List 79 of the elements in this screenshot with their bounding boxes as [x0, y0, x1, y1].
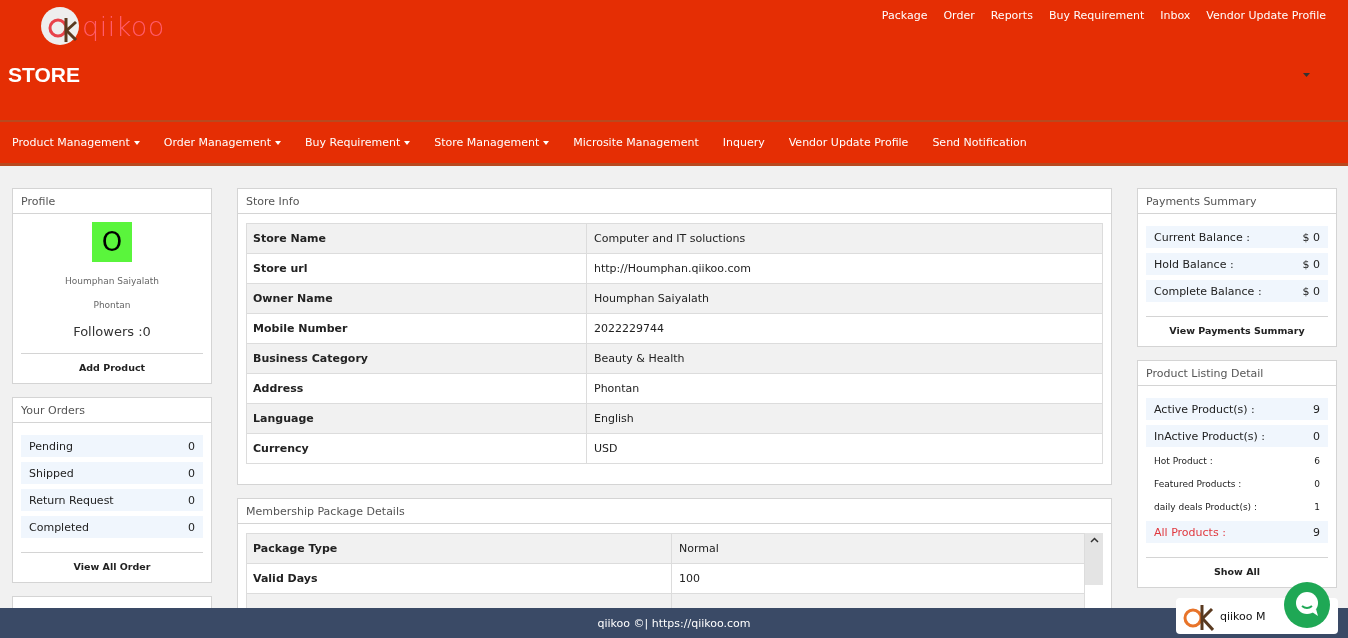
nav-item[interactable]: Store Management	[434, 136, 550, 149]
nav-item[interactable]: Product Management	[12, 136, 140, 149]
table-cell: English	[586, 403, 1103, 434]
brand-name: qiikoo	[82, 10, 165, 42]
profile-location: Phontan	[92, 300, 132, 310]
card-title: Membership Package Details	[238, 499, 1111, 524]
top-link[interactable]: Buy Requirement	[1048, 9, 1145, 22]
table-cell: Language	[246, 403, 587, 434]
logo-icon	[40, 6, 80, 46]
stat-value: 9	[1313, 525, 1320, 539]
followers-count: Followers :0	[72, 324, 152, 339]
nav-item[interactable]: Vendor Update Profile	[788, 136, 909, 149]
stat-value: 0	[188, 439, 195, 453]
stat-label: Return Request	[29, 493, 114, 507]
table-cell: Phontan	[586, 373, 1103, 404]
stat-label: Hold Balance :	[1154, 257, 1234, 271]
stat-label: Shipped	[29, 466, 74, 480]
stat-row-text: Featured Products : 0	[1153, 478, 1321, 491]
table-cell: Beauty & Health	[586, 343, 1103, 374]
caret-icon[interactable]	[1303, 73, 1310, 77]
table-cell: Address	[246, 373, 587, 404]
top-link[interactable]: Reports	[990, 9, 1033, 22]
stat-value: 9	[1313, 402, 1320, 416]
table-cell: Store url	[246, 253, 587, 284]
nav-item[interactable]: Inquery	[722, 136, 765, 149]
stat-row-text: daily deals Product(s) : 1	[1153, 501, 1321, 514]
avatar: O	[92, 222, 132, 262]
stat-value: $ 0	[1302, 257, 1320, 271]
stat-label: Complete Balance :	[1154, 284, 1262, 298]
top-link[interactable]: Package	[881, 9, 928, 22]
card-title: Payments Summary	[1138, 189, 1336, 214]
nav-item[interactable]: Buy Requirement	[304, 136, 411, 149]
table-cell: Normal	[671, 533, 1085, 564]
stat-row-text: Hot Product : 6	[1153, 455, 1321, 468]
table-cell: Store Name	[246, 223, 587, 254]
stat-label: Active Product(s) :	[1154, 402, 1255, 416]
stat-value: $ 0	[1302, 230, 1320, 244]
stat-value: 0	[188, 493, 195, 507]
table-cell: Valid Days	[246, 563, 672, 594]
table-cell: http://Houmphan.qiikoo.com	[586, 253, 1103, 284]
nav-item[interactable]: Microsite Management	[573, 136, 699, 149]
view-payments-link[interactable]: View Payments Summary	[1146, 316, 1328, 338]
stat-value: 0	[188, 520, 195, 534]
table-cell: Mobile Number	[246, 313, 587, 344]
table-cell: Business Category	[246, 343, 587, 374]
scrollbar[interactable]	[1085, 533, 1103, 585]
add-product-link[interactable]: Add Product	[21, 353, 203, 375]
footer-text: qiikoo ©| https://qiikoo.com	[597, 616, 751, 630]
view-orders-link[interactable]: View All Order	[21, 552, 203, 574]
stat-label: All Products :	[1154, 525, 1226, 539]
page-title: STORE	[8, 63, 80, 87]
card-title: Store Info	[238, 189, 1111, 214]
table-cell: 2022229744	[586, 313, 1103, 344]
stat-label: InActive Product(s) :	[1154, 429, 1266, 443]
chevron-up-icon[interactable]	[1089, 537, 1099, 543]
card-title: Product Listing Detail	[1138, 361, 1336, 386]
table-cell: Houmphan Saiyalath	[586, 283, 1103, 314]
table-cell: 100	[671, 563, 1085, 594]
table-cell: Package Type	[246, 533, 672, 564]
nav-item[interactable]: Send Notification	[932, 136, 1027, 149]
show-all-link[interactable]: Show All	[1146, 557, 1328, 579]
table-cell: Computer and IT soluctions	[586, 223, 1103, 254]
stat-label: Current Balance :	[1154, 230, 1250, 244]
table-cell: Owner Name	[246, 283, 587, 314]
stat-label: Pending	[29, 439, 73, 453]
stat-value: $ 0	[1302, 284, 1320, 298]
nav-item[interactable]: Order Management	[163, 136, 281, 149]
table-cell: Currency	[246, 433, 587, 464]
profile-name: Houmphan Saiyalath	[63, 276, 161, 286]
card-title: Profile	[13, 189, 211, 214]
top-link[interactable]: Vendor Update Profile	[1206, 9, 1326, 22]
top-link[interactable]: Inbox	[1160, 9, 1191, 22]
card-title: Your Orders	[13, 398, 211, 423]
chat-icon[interactable]	[1284, 582, 1330, 628]
top-link[interactable]: Order	[943, 9, 975, 22]
stat-value: 0	[188, 466, 195, 480]
table-cell: USD	[586, 433, 1103, 464]
stat-value: 0	[1313, 429, 1320, 443]
stat-label: Completed	[29, 520, 89, 534]
